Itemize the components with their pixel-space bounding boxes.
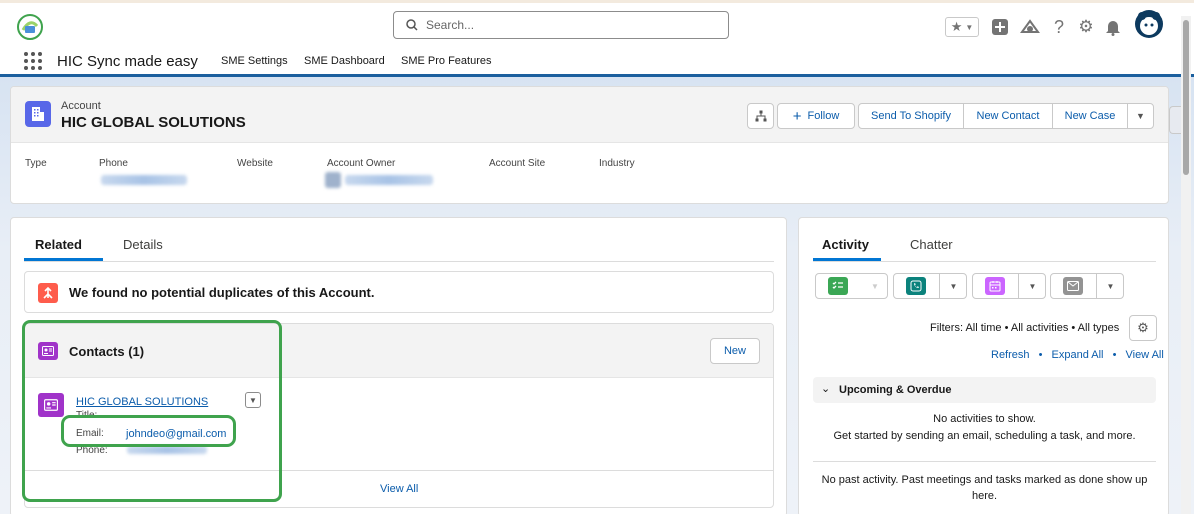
link-separator: •	[1112, 349, 1117, 361]
contacts-view-all-link[interactable]: View All	[380, 483, 418, 495]
record-highlights-panel: Account HIC GLOBAL SOLUTIONS + Follow Se…	[10, 86, 1169, 204]
chevron-down-icon: ▼	[1106, 281, 1115, 291]
contacts-highlight-box	[22, 320, 282, 502]
user-avatar-button[interactable]	[1134, 9, 1164, 39]
field-label-phone: Phone	[99, 158, 128, 169]
field-label-type: Type	[25, 158, 47, 169]
tab-details[interactable]: Details	[123, 237, 163, 252]
follow-label: Follow	[807, 110, 840, 122]
activity-view-all-link[interactable]: View All	[1125, 349, 1163, 361]
email-highlight-box	[61, 415, 236, 447]
app-launcher-waffle-icon[interactable]	[24, 52, 42, 70]
new-contact-list-button[interactable]: New	[710, 338, 760, 364]
app-logo-icon[interactable]	[14, 12, 46, 42]
task-icon	[828, 277, 848, 295]
more-actions-button[interactable]: ▼	[1127, 103, 1154, 129]
activity-panel: Activity Chatter ▼ ▼ ▼ ▼ Filters: All ti…	[798, 217, 1169, 514]
send-to-shopify-button[interactable]: Send To Shopify	[858, 103, 964, 129]
activity-links: Refresh • Expand All • View All	[991, 349, 1164, 361]
activity-filter-settings-button[interactable]: ⚙	[1129, 315, 1157, 341]
chevron-down-icon: ▼	[949, 281, 958, 291]
upcoming-overdue-section-header[interactable]: ⌄ Upcoming & Overdue	[813, 377, 1156, 403]
global-add-icon	[992, 19, 1008, 35]
duplicate-merge-icon	[38, 283, 58, 303]
call-dropdown[interactable]: ▼	[939, 274, 967, 298]
refresh-link[interactable]: Refresh	[991, 349, 1030, 361]
scrollbar-thumb[interactable]	[1183, 20, 1189, 175]
notifications-button[interactable]	[1103, 15, 1123, 39]
app-nav-bar: HIC Sync made easy SME Settings SME Dash…	[0, 46, 1194, 77]
notifications-bell-icon	[1106, 21, 1120, 36]
help-button[interactable]: ?	[1050, 15, 1068, 39]
field-label-industry: Industry	[599, 158, 635, 169]
trailhead-button[interactable]	[1019, 15, 1041, 39]
tab-divider	[24, 261, 774, 262]
page-scrollbar[interactable]	[1181, 16, 1191, 514]
activity-filters-text: Filters: All time • All activities • All…	[930, 322, 1120, 334]
record-object-label: Account	[61, 100, 101, 112]
hierarchy-icon	[755, 110, 766, 122]
expand-all-link[interactable]: Expand All	[1052, 349, 1104, 361]
field-label-account-owner: Account Owner	[327, 158, 396, 169]
hierarchy-button[interactable]	[747, 103, 774, 129]
send-email-button[interactable]: ▼	[1050, 273, 1124, 299]
log-call-button[interactable]: ▼	[893, 273, 967, 299]
nav-item-sme-settings[interactable]: SME Settings	[221, 55, 288, 67]
nav-item-sme-pro-features[interactable]: SME Pro Features	[401, 55, 491, 67]
tab-chatter[interactable]: Chatter	[910, 237, 953, 252]
get-started-text: Get started by sending an email, schedul…	[833, 430, 1136, 442]
activity-divider	[813, 461, 1156, 462]
new-case-button[interactable]: New Case	[1052, 103, 1128, 129]
field-label-account-site: Account Site	[489, 158, 546, 169]
new-contact-button[interactable]: New Contact	[963, 103, 1053, 129]
upcoming-overdue-title: Upcoming & Overdue	[839, 384, 952, 396]
setup-gear-icon: ⚙	[1078, 17, 1094, 36]
tab-related[interactable]: Related	[35, 237, 82, 252]
task-dropdown[interactable]: ▼	[861, 274, 889, 298]
record-name: HIC GLOBAL SOLUTIONS	[61, 114, 246, 131]
phone-value-redacted	[101, 175, 187, 185]
new-event-button[interactable]: ▼	[972, 273, 1046, 299]
owner-avatar-redacted	[325, 172, 341, 188]
user-avatar-icon	[1135, 10, 1163, 38]
no-activities-text: No activities to show.	[933, 413, 1036, 425]
nav-item-sme-dashboard[interactable]: SME Dashboard	[304, 55, 385, 67]
follow-button[interactable]: + Follow	[777, 103, 855, 129]
tab-divider	[813, 261, 1156, 262]
chevron-down-icon: ⌄	[821, 383, 831, 395]
gear-icon: ⚙	[1137, 320, 1149, 335]
favorites-button[interactable]: ★ ▼	[945, 17, 979, 37]
add-icon: +	[792, 107, 802, 125]
search-input[interactable]	[426, 15, 716, 35]
duplicates-message: We found no potential duplicates of this…	[69, 285, 375, 300]
email-icon	[1063, 277, 1083, 295]
global-header: ★ ▼ ? ⚙	[0, 0, 1194, 46]
no-activities-message: No activities to show. Get started by se…	[813, 411, 1156, 445]
global-search-box[interactable]	[393, 11, 729, 39]
chevron-down-icon: ▼	[1136, 111, 1145, 121]
email-dropdown[interactable]: ▼	[1096, 274, 1124, 298]
trailhead-icon	[1020, 19, 1040, 33]
setup-button[interactable]: ⚙	[1076, 15, 1096, 39]
duplicates-card: We found no potential duplicates of this…	[24, 271, 774, 313]
chevron-down-icon: ▼	[1028, 281, 1037, 291]
event-dropdown[interactable]: ▼	[1018, 274, 1046, 298]
new-task-button[interactable]: ▼	[815, 273, 888, 299]
help-icon: ?	[1053, 16, 1064, 37]
call-icon	[906, 277, 926, 295]
search-icon	[406, 19, 418, 31]
chevron-down-icon: ▼	[871, 281, 879, 291]
account-icon	[25, 101, 51, 127]
utility-panel-toggle[interactable]	[1169, 106, 1181, 134]
favorites-star-icon: ★	[950, 19, 963, 34]
owner-value-redacted	[345, 175, 433, 185]
field-label-website: Website	[237, 158, 273, 169]
link-separator: •	[1038, 349, 1043, 361]
global-add-button[interactable]	[990, 15, 1010, 39]
event-calendar-icon	[985, 277, 1005, 295]
app-name: HIC Sync made easy	[57, 53, 198, 70]
favorites-dropdown-icon: ▼	[965, 22, 974, 32]
tab-activity[interactable]: Activity	[822, 237, 869, 252]
no-past-activity-text: No past activity. Past meetings and task…	[821, 474, 1148, 502]
